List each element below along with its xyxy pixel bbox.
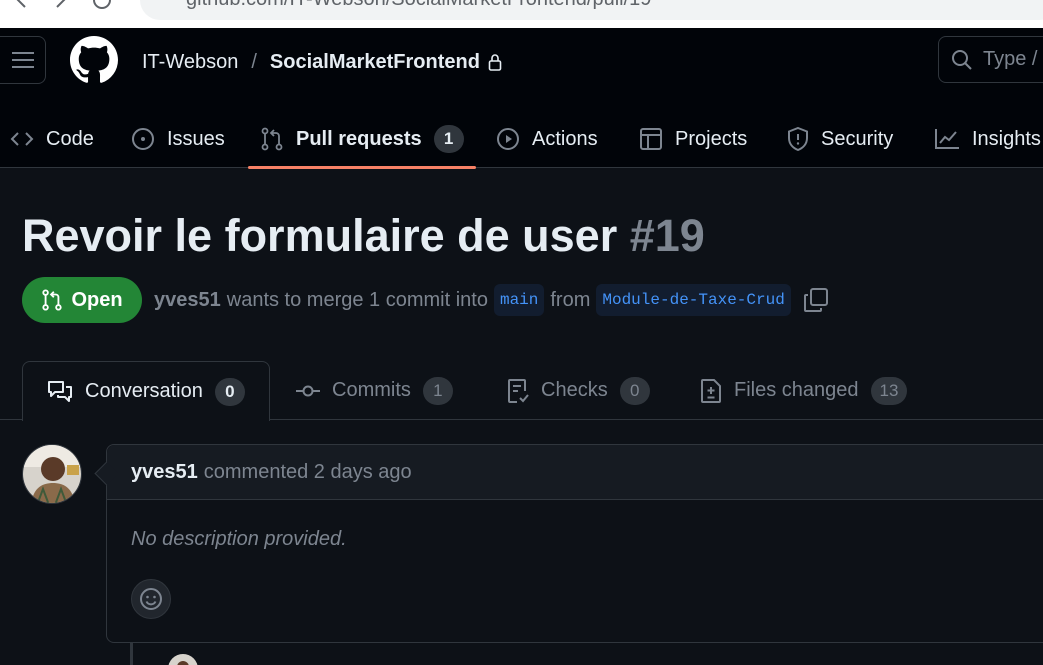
base-branch-link[interactable]: main [493,284,545,316]
play-icon [496,127,520,151]
smiley-icon [139,587,163,611]
code-icon [10,129,34,149]
comment-discussion-icon [47,380,73,404]
avatar[interactable] [168,654,198,665]
tab-pull-requests-label: Pull requests [296,127,422,150]
conversation-count-badge: 0 [214,377,245,406]
tab-code-label: Code [46,127,94,150]
comment-meta: commented 2 days ago [203,460,412,483]
comment-author-link[interactable]: yves51 [131,461,198,484]
hamburger-icon [11,51,34,69]
pr-author-link[interactable]: yves51 [154,289,221,312]
hamburger-menu-button[interactable] [0,36,46,84]
pr-title-text: Revoir le formulaire de user [22,210,618,261]
comment-body: No description provided. [131,528,347,550]
from-text: from [550,288,591,311]
comment-card: yves51 commented 2 days ago No descripti… [106,444,1043,643]
add-reaction-button[interactable] [131,579,171,619]
tab-code[interactable]: Code [10,110,94,168]
pull-request-icon [260,127,284,151]
tab-commits-label: Commits [332,379,411,401]
browser-toolbar: github.com/IT-Webson/SocialMarketFronten… [0,0,1043,28]
tab-commits[interactable]: Commits 1 [296,361,453,420]
lock-icon [488,53,502,71]
tab-conversation[interactable]: Conversation 0 [22,361,270,421]
tab-issues[interactable]: Issues [131,110,225,168]
github-logo-icon[interactable] [70,36,118,84]
pull-requests-count-badge: 1 [433,125,464,153]
shield-icon [787,127,809,151]
search-input[interactable]: Type / [938,36,1043,83]
avatar[interactable] [22,444,82,504]
search-placeholder: Type / [983,48,1038,70]
page-title: Revoir le formulaire de user #19 [22,210,705,262]
commit-icon [296,383,320,399]
file-diff-icon [700,378,722,404]
tab-insights[interactable]: Insights [934,110,1041,168]
checks-count-badge: 0 [619,376,650,405]
tab-checks-label: Checks [541,379,608,401]
pull-request-icon [41,289,63,311]
tab-projects[interactable]: Projects [639,110,747,168]
tab-files-changed-label: Files changed [734,379,859,401]
comment-header: yves51 commented 2 days ago [107,445,1043,500]
tab-insights-label: Insights [972,127,1041,150]
checklist-icon [507,378,529,404]
status-badge: Open [22,277,142,323]
tab-projects-label: Projects [675,127,748,150]
forward-arrow-icon[interactable] [48,0,72,12]
back-arrow-icon[interactable] [10,0,34,12]
tab-files-changed[interactable]: Files changed 13 [700,361,908,420]
tab-pull-requests[interactable]: Pull requests 1 [248,110,476,169]
breadcrumb: IT-Webson / SocialMarketFrontend [142,48,502,76]
copy-icon[interactable] [803,287,829,313]
tab-actions[interactable]: Actions [496,110,598,168]
head-branch-link[interactable]: Module-de-Taxe-Crud [596,284,791,316]
breadcrumb-separator: / [251,50,257,73]
tab-actions-label: Actions [532,127,598,150]
breadcrumb-repo-link[interactable]: SocialMarketFrontend [270,51,480,74]
merge-text: wants to merge 1 commit into [226,288,488,311]
address-bar-url[interactable]: github.com/IT-Webson/SocialMarketFronten… [186,0,651,11]
github-header: IT-Webson / SocialMarketFrontend Type / … [0,28,1043,169]
search-icon [951,49,973,71]
commits-count-badge: 1 [422,376,453,405]
tab-conversation-label: Conversation [85,380,203,402]
graph-icon [934,128,960,150]
reload-icon[interactable] [90,0,114,12]
tab-issues-label: Issues [167,127,225,150]
pr-tab-bar: Conversation 0 Commits 1 Checks 0 Files … [0,361,1043,421]
merge-info: yves51 wants to merge 1 commit into main… [154,283,829,317]
timeline-line [130,643,133,665]
pr-number: #19 [629,210,705,261]
tab-security-label: Security [821,127,894,150]
repo-nav: Code Issues Pull requests 1 Actions Proj… [0,110,1043,169]
issue-icon [131,127,155,151]
breadcrumb-owner-link[interactable]: IT-Webson [142,51,238,74]
tab-checks[interactable]: Checks 0 [507,361,650,420]
table-icon [639,127,663,151]
status-badge-label: Open [71,288,123,311]
files-changed-count-badge: 13 [870,376,908,405]
tab-security[interactable]: Security [787,110,893,168]
